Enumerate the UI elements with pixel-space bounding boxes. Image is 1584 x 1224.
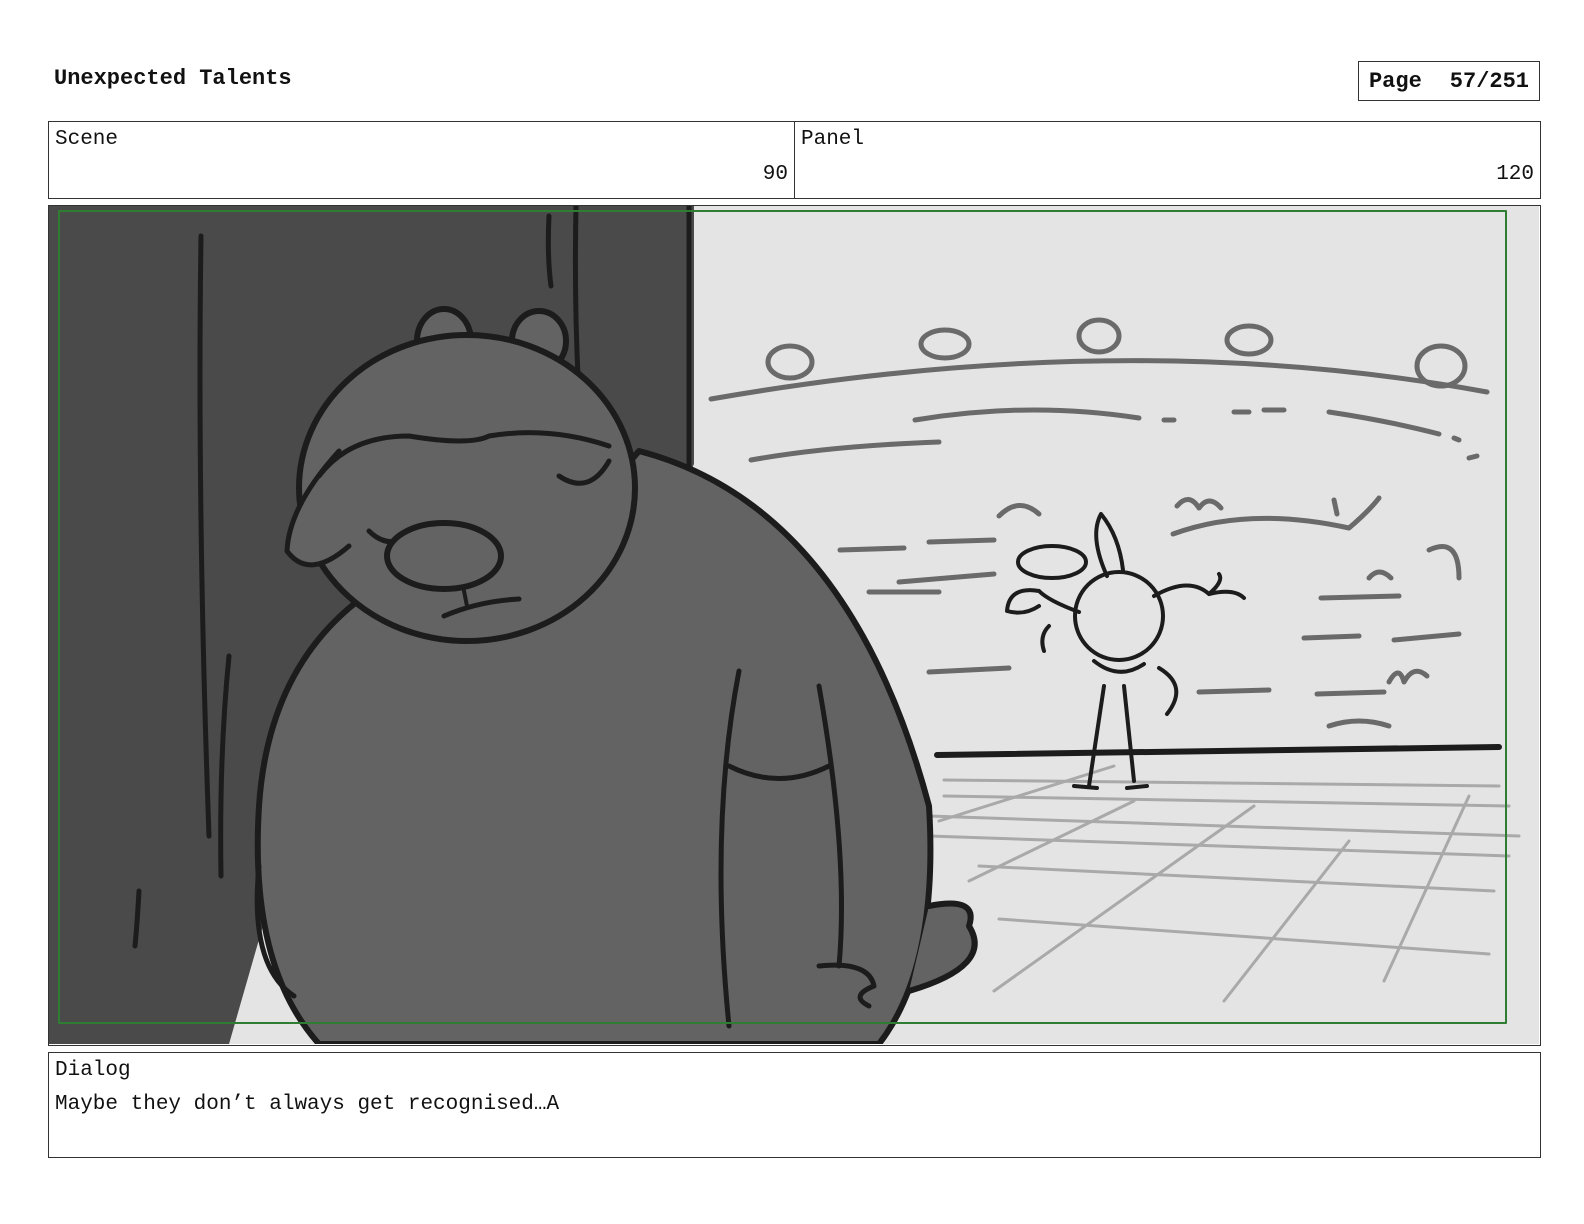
storyboard-panel-frame (48, 205, 1541, 1046)
page-indicator: Page 57/251 (1358, 61, 1540, 101)
scene-label: Scene (55, 128, 119, 151)
dialog-label: Dialog (55, 1059, 131, 1082)
dialog-text: Maybe they don’t always get recognised…A (55, 1093, 560, 1116)
dialog-box: Dialog Maybe they don’t always get recog… (48, 1052, 1541, 1158)
scene-number: 90 (762, 163, 788, 186)
storyboard-title: Unexpected Talents (54, 66, 292, 91)
scene-cell: Scene 90 (49, 122, 794, 198)
page-label: Page (1368, 68, 1422, 94)
panel-label: Panel (801, 128, 865, 151)
panel-number: 120 (1496, 163, 1534, 186)
scene-panel-info: Scene 90 Panel 120 (48, 121, 1541, 199)
panel-cell: Panel 120 (794, 122, 1540, 198)
storyboard-sketch (49, 206, 1539, 1044)
bear-muzzle (384, 520, 504, 592)
page-number: 57/251 (1449, 68, 1530, 94)
